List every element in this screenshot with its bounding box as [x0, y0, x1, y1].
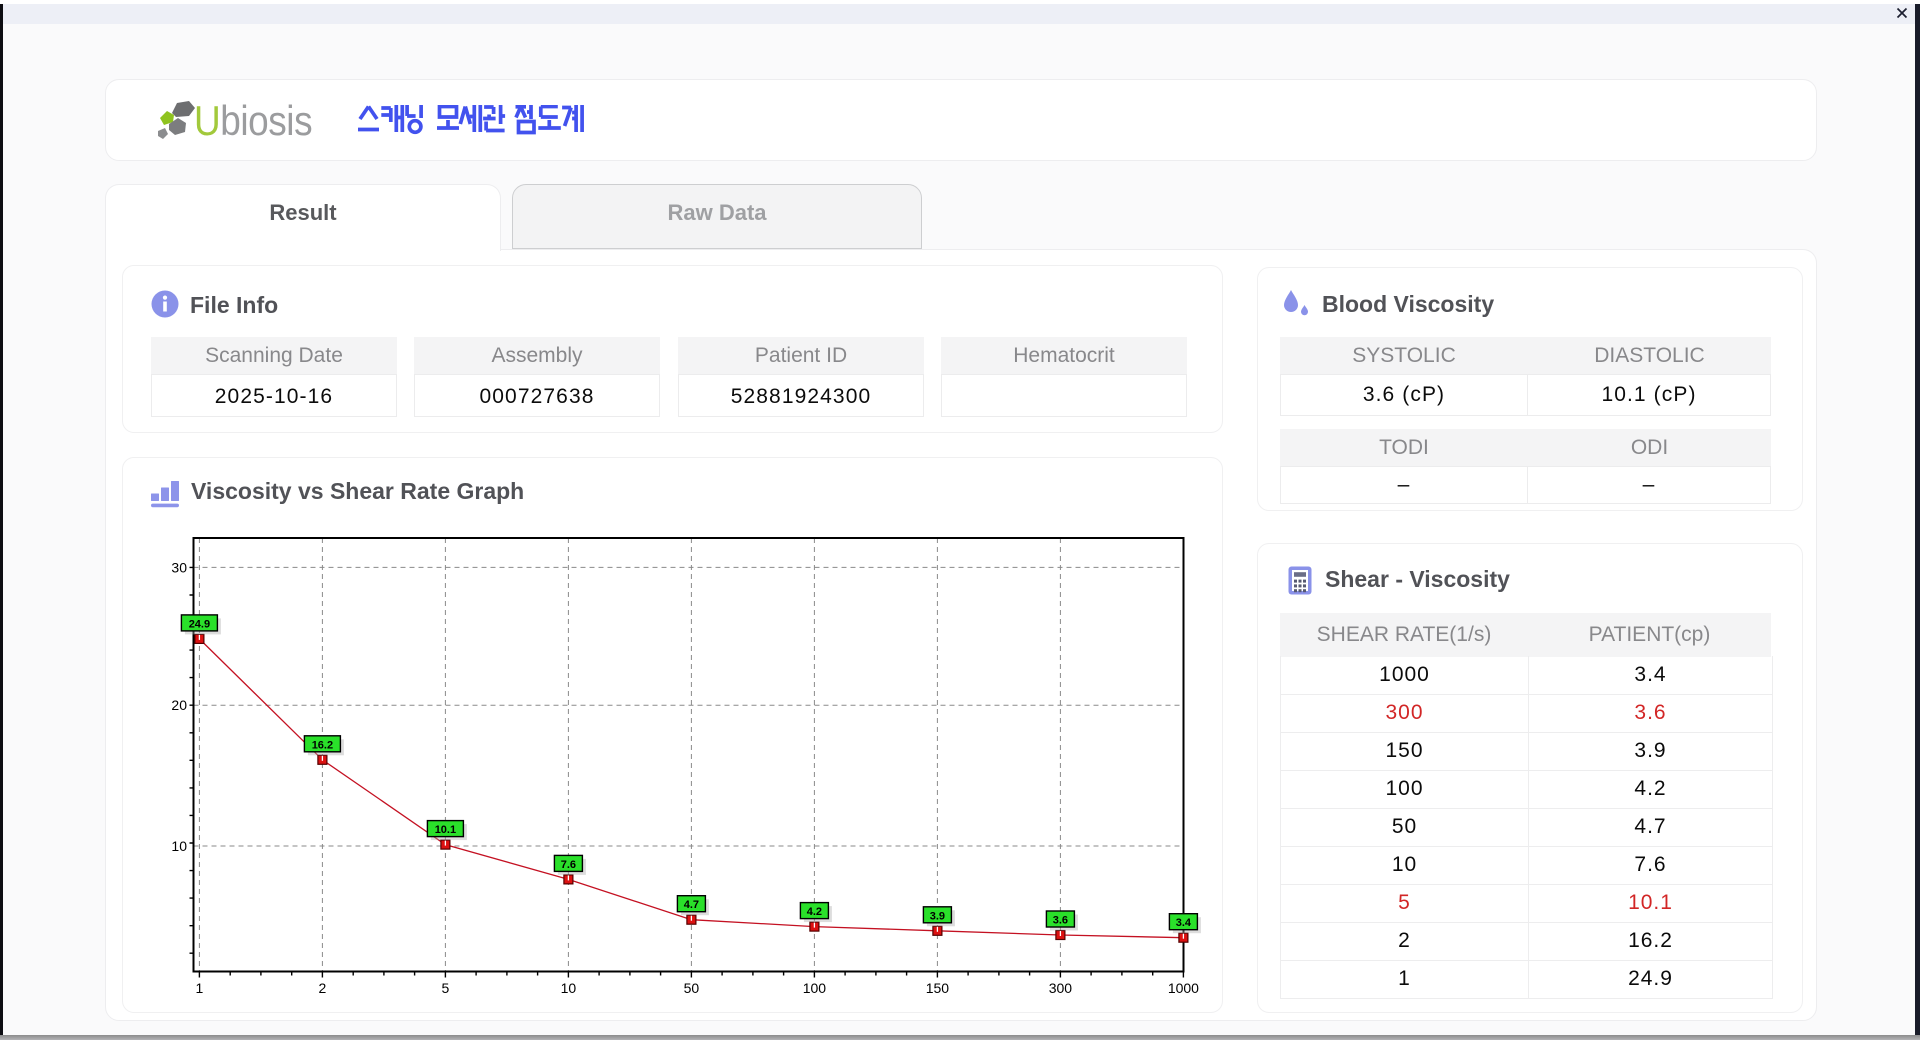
svg-text:1000: 1000 [1168, 980, 1199, 996]
svg-text:7.6: 7.6 [561, 859, 576, 871]
svg-text:5: 5 [442, 980, 450, 996]
svg-text:10: 10 [561, 980, 577, 996]
svg-text:20: 20 [171, 697, 187, 713]
svg-text:4.7: 4.7 [684, 899, 699, 911]
svg-text:100: 100 [803, 980, 827, 996]
svg-text:10.1: 10.1 [435, 824, 456, 836]
svg-text:3.6: 3.6 [1053, 915, 1068, 927]
svg-text:2: 2 [319, 980, 327, 996]
svg-text:4.2: 4.2 [807, 906, 822, 918]
svg-text:3.4: 3.4 [1176, 917, 1192, 929]
svg-text:30: 30 [171, 559, 187, 575]
svg-text:16.2: 16.2 [312, 739, 333, 751]
svg-text:10: 10 [171, 838, 187, 854]
svg-text:3.9: 3.9 [930, 910, 945, 922]
svg-text:1: 1 [196, 980, 204, 996]
svg-text:300: 300 [1049, 980, 1073, 996]
svg-text:50: 50 [684, 980, 700, 996]
svg-text:150: 150 [926, 980, 950, 996]
svg-text:24.9: 24.9 [189, 618, 210, 630]
